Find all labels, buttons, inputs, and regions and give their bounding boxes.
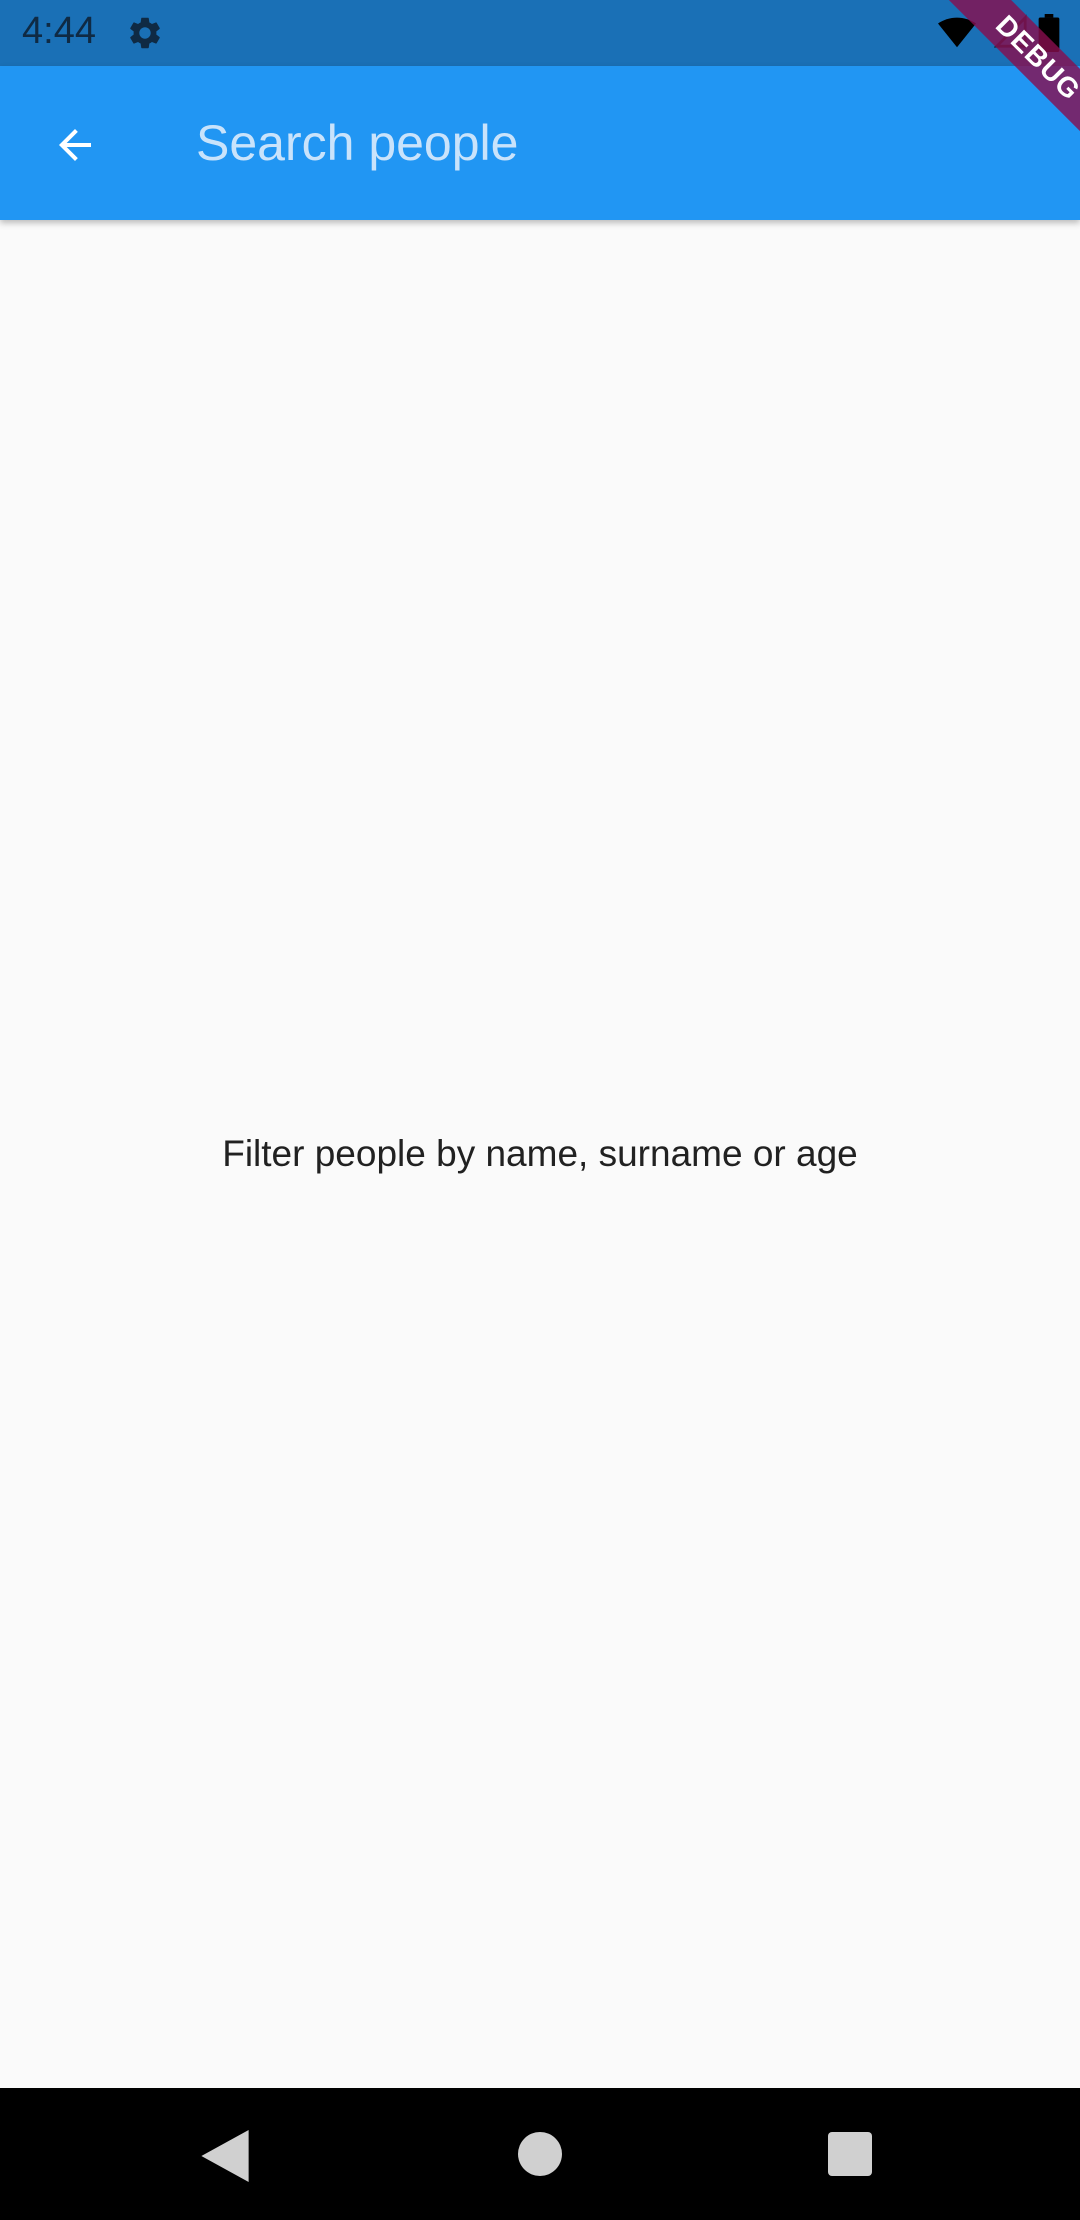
cell-signal-icon [994,14,1027,48]
main-content: Filter people by name, surname or age [0,220,1080,2088]
search-input[interactable] [196,106,896,180]
status-bar: 4:44 [0,0,1080,66]
battery-icon [1038,14,1060,52]
empty-state-message: Filter people by name, surname or age [222,1133,858,1174]
back-triangle-icon[interactable] [200,2130,250,2182]
back-button[interactable] [38,108,112,182]
status-time: 4:44 [22,10,96,52]
arrow-back-icon [59,129,91,161]
home-circle-icon[interactable] [518,2132,562,2176]
settings-gear-icon [130,17,160,49]
app-bar [0,66,1080,220]
recents-square-icon[interactable] [828,2132,872,2176]
system-navigation-bar [0,2088,1080,2220]
wifi-icon [938,17,976,48]
